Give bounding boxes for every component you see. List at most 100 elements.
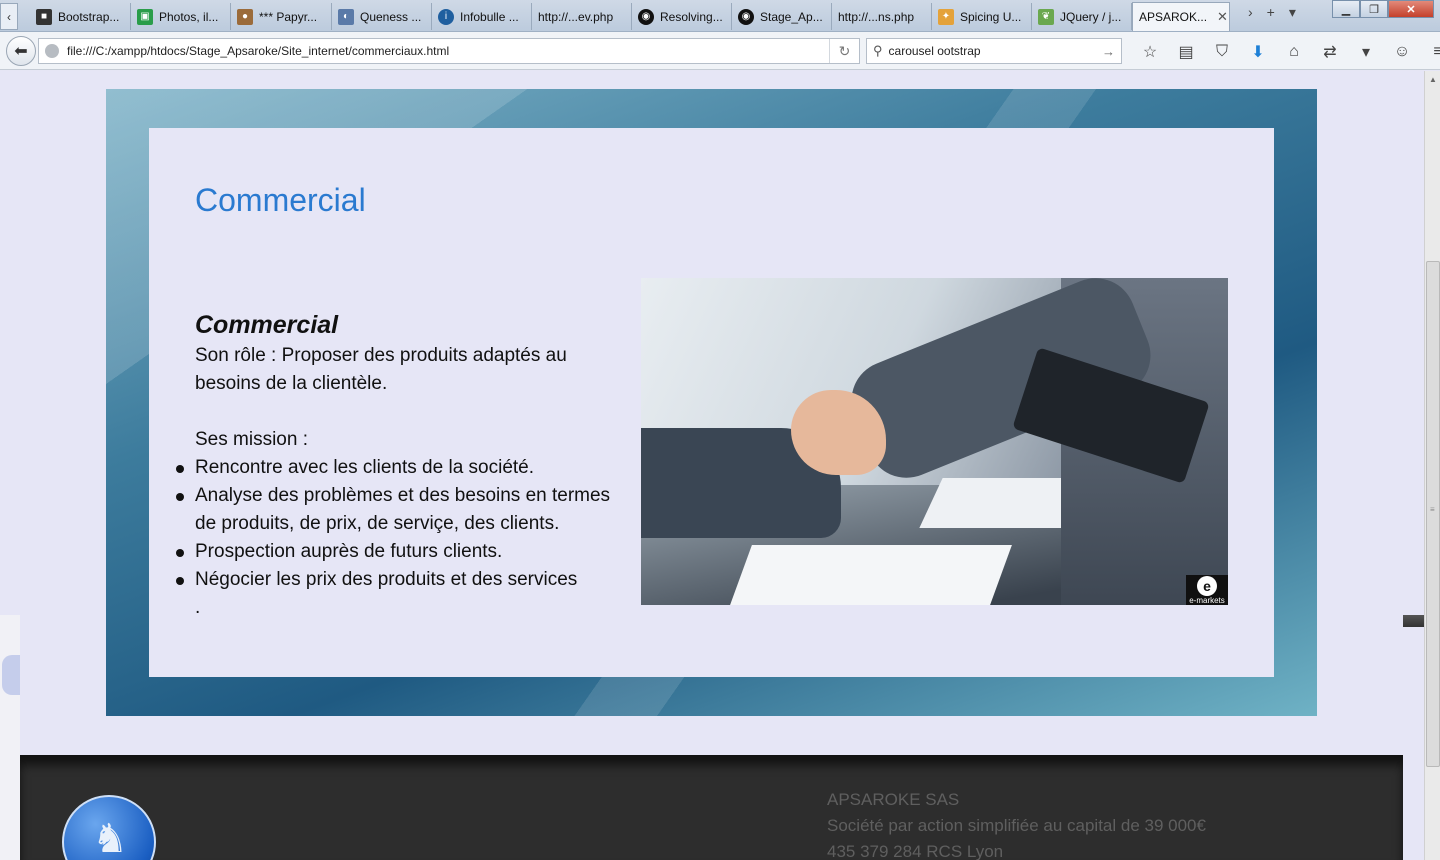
tab-label: APSAROK... [1139, 10, 1208, 24]
role-line: besoins de la clientèle. [195, 373, 388, 394]
window-controls: ▁ ❐ ✕ [1332, 0, 1434, 18]
window-close-icon[interactable]: ✕ [1388, 0, 1434, 18]
list-item: Analyse des problèmes et des besoins en … [176, 482, 635, 538]
grip-icon: ≡ [1430, 505, 1435, 514]
download-icon[interactable]: ⬇ [1240, 41, 1276, 63]
tab-label: http://...ns.php [838, 9, 915, 24]
list-item: Rencontre avec les clients de la société… [176, 454, 635, 482]
tab-bootstrap[interactable]: ■ Bootstrap... [30, 3, 131, 30]
infobulle-icon: i [438, 8, 454, 25]
github-icon: ◉ [738, 8, 754, 25]
minimize-icon[interactable]: ▁ [1332, 0, 1360, 18]
tab-controls: › + ▾ [1248, 4, 1296, 21]
tab-ns-php[interactable]: http://...ns.php [832, 3, 932, 30]
url-bar[interactable]: file:///C:/xampp/htdocs/Stage_Apsaroke/S… [38, 38, 860, 64]
search-icon: ⚲ [873, 43, 883, 58]
tab-label: Resolving... [660, 9, 723, 24]
tab-scroll-left-button[interactable]: ‹ [0, 3, 18, 30]
search-bar[interactable]: ⚲ → [866, 38, 1122, 64]
tab-stage-apsaroke[interactable]: ◉ Stage_Ap... [732, 3, 832, 30]
tab-scroll-right-icon[interactable]: › [1248, 4, 1253, 21]
search-go-icon[interactable]: → [1102, 44, 1115, 59]
company-name: APSAROKE SAS [827, 790, 960, 809]
home-icon[interactable]: ⌂ [1276, 41, 1312, 63]
list-item: Prospection auprès de futurs clients. [176, 538, 635, 566]
tab-dev-php[interactable]: http://...ev.php [532, 3, 632, 30]
tab-label: Infobulle ... [460, 9, 519, 24]
tab-label: http://...ev.php [538, 9, 614, 24]
bookmark-star-icon[interactable]: ☆ [1132, 41, 1168, 63]
trailing-text: . [195, 597, 201, 618]
papyrus-icon: ● [237, 8, 253, 25]
search-input[interactable] [888, 44, 1102, 58]
arrow-left-icon: ⬅ [14, 43, 28, 60]
right-background-strip [1403, 615, 1424, 860]
pocket-icon[interactable]: ⛉ [1204, 41, 1240, 63]
banner-background: Commercial Commercial Son rôle : Propose… [106, 89, 1317, 716]
sync-icon[interactable]: ⇄ [1312, 41, 1348, 63]
tab-spicing[interactable]: ✦ Spicing U... [932, 3, 1032, 30]
photo-paper [730, 545, 1012, 605]
content-card: Commercial Commercial Son rôle : Propose… [149, 128, 1274, 677]
scroll-up-arrow-icon[interactable]: ▲ [1425, 71, 1440, 87]
close-tab-icon[interactable]: ✕ [1217, 9, 1228, 25]
tab-label: Bootstrap... [58, 9, 120, 24]
tab-photos[interactable]: ▣ Photos, il... [131, 3, 231, 30]
company-type: Société par action simplifiée au capital… [827, 816, 1206, 835]
company-logo: ♞ [62, 795, 156, 860]
horse-rider-icon: ♞ [92, 817, 128, 860]
tab-papyrus[interactable]: ● *** Papyr... [231, 3, 332, 30]
toolbar: ☆ ▤ ⛉ ⬇ ⌂ ⇄ ▾ ☺ ≡ [1132, 41, 1440, 63]
restore-icon[interactable]: ❐ [1360, 0, 1388, 18]
url-text[interactable]: file:///C:/xampp/htdocs/Stage_Apsaroke/S… [67, 44, 829, 58]
scrollbar-thumb[interactable]: ≡ [1426, 261, 1440, 767]
page-title: Commercial [195, 182, 366, 218]
back-button[interactable]: ⬅ [6, 36, 36, 66]
github-icon: ◉ [638, 8, 654, 25]
company-registration: 435 379 284 RCS Lyon [827, 842, 1004, 860]
list-item: Négocier les prix des produits et des se… [176, 566, 635, 594]
photos-icon: ▣ [137, 8, 153, 25]
chat-icon[interactable]: ☺ [1384, 41, 1420, 63]
tab-label: Spicing U... [960, 9, 1022, 24]
jquery-icon: ❦ [1038, 8, 1054, 25]
footer: ♞ APSAROKE SAS Société par action simpli… [20, 755, 1403, 860]
reload-icon[interactable]: ↻ [829, 39, 859, 63]
role-title: Commercial [195, 311, 339, 339]
tab-apsaroke-active[interactable]: APSAROK... ✕ [1132, 2, 1230, 31]
navigation-bar: ⬅ file:///C:/xampp/htdocs/Stage_Apsaroke… [0, 32, 1440, 70]
tab-label: *** Papyr... [259, 9, 318, 24]
emarkets-caption: e-markets [1189, 595, 1225, 605]
missions-intro: Ses mission : [195, 429, 308, 450]
tab-strip: ‹ ■ Bootstrap... ▣ Photos, il... ● *** P… [0, 0, 1440, 32]
queness-icon: ◐ [338, 8, 354, 25]
tab-jquery[interactable]: ❦ JQuery / j... [1032, 3, 1132, 30]
decorative-shape [2, 655, 20, 695]
bootstrap-icon: ■ [36, 8, 52, 25]
spicing-icon: ✦ [938, 8, 954, 25]
handshake-photo: e e-markets [641, 278, 1228, 605]
left-background-strip [0, 615, 20, 860]
menu-icon[interactable]: ≡ [1420, 41, 1440, 63]
tab-label: Stage_Ap... [760, 9, 823, 24]
page-viewport: Commercial Commercial Son rôle : Propose… [0, 71, 1424, 860]
emarkets-logo: e e-markets [1186, 575, 1228, 605]
role-line: Son rôle : Proposer des produits adaptés… [195, 345, 567, 366]
dropdown-icon[interactable]: ▾ [1348, 41, 1384, 63]
reading-list-icon[interactable]: ▤ [1168, 41, 1204, 63]
tab-resolving[interactable]: ◉ Resolving... [632, 3, 732, 30]
missions-list: Rencontre avec les clients de la société… [176, 454, 635, 594]
tab-label: Queness ... [360, 9, 422, 24]
tab-label: Photos, il... [159, 9, 219, 24]
new-tab-icon[interactable]: + [1267, 4, 1275, 21]
emarkets-e-icon: e [1197, 575, 1217, 596]
tab-infobulle[interactable]: i Infobulle ... [432, 3, 532, 30]
company-info: APSAROKE SAS Société par action simplifi… [827, 787, 1206, 860]
site-info-icon[interactable] [45, 44, 59, 58]
tab-list-icon[interactable]: ▾ [1289, 4, 1296, 21]
tab-queness[interactable]: ◐ Queness ... [332, 3, 432, 30]
tab-label: JQuery / j... [1060, 9, 1122, 24]
role-description: Commercial Son rôle : Proposer des produ… [176, 308, 635, 622]
vertical-scrollbar[interactable]: ▲ ≡ [1424, 71, 1440, 860]
